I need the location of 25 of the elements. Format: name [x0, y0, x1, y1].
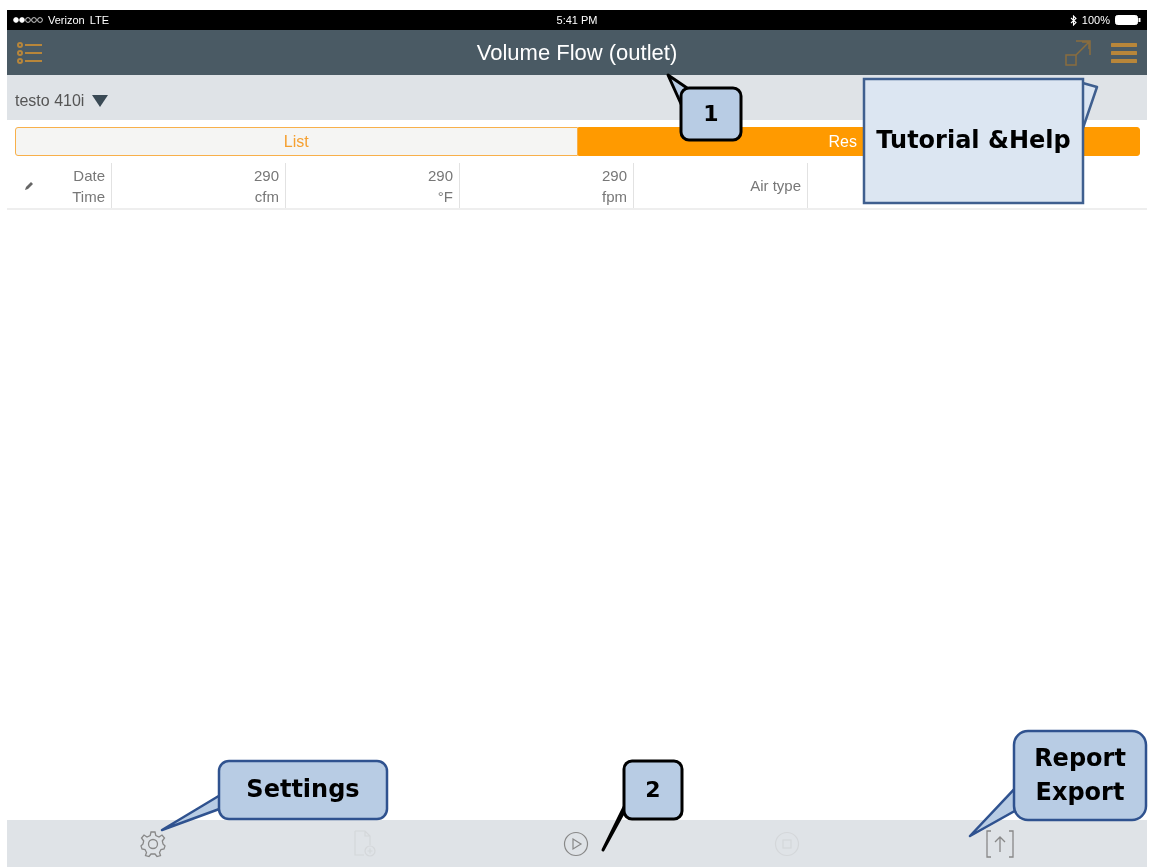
- caret-icon: [92, 94, 109, 107]
- device-selector[interactable]: testo 410i: [7, 91, 117, 110]
- column-header: 290 cfm: [112, 163, 286, 208]
- bluetooth-icon: [1069, 14, 1077, 26]
- network-label: LTE: [89, 14, 110, 26]
- list-icon[interactable]: [17, 40, 43, 65]
- carrier-label: Verizon: [48, 14, 85, 26]
- battery-percent: 100%: [1081, 14, 1110, 26]
- column-header: Air type: [634, 163, 808, 208]
- column-header: 290 °F: [286, 163, 460, 208]
- column-header: Date Time: [44, 163, 112, 208]
- tab[interactable]: List: [15, 127, 578, 156]
- callout-text: 1: [703, 99, 719, 128]
- expand-icon[interactable]: [1065, 39, 1091, 66]
- pencil-icon[interactable]: [24, 180, 34, 191]
- callout-text: 2: [645, 775, 661, 804]
- signal-icon: [13, 17, 43, 23]
- screen-title: Volume Flow (outlet): [476, 39, 678, 66]
- battery-icon: [1115, 15, 1141, 25]
- menu-icon[interactable]: [1111, 41, 1137, 64]
- callout-text: Settings: [246, 774, 360, 806]
- status-time: 5:41 PM: [556, 14, 598, 26]
- column-header: 290 fpm: [460, 163, 634, 208]
- callout-text: Report Export: [1033, 742, 1127, 808]
- callout-text: Tutorial &Help: [876, 125, 1071, 157]
